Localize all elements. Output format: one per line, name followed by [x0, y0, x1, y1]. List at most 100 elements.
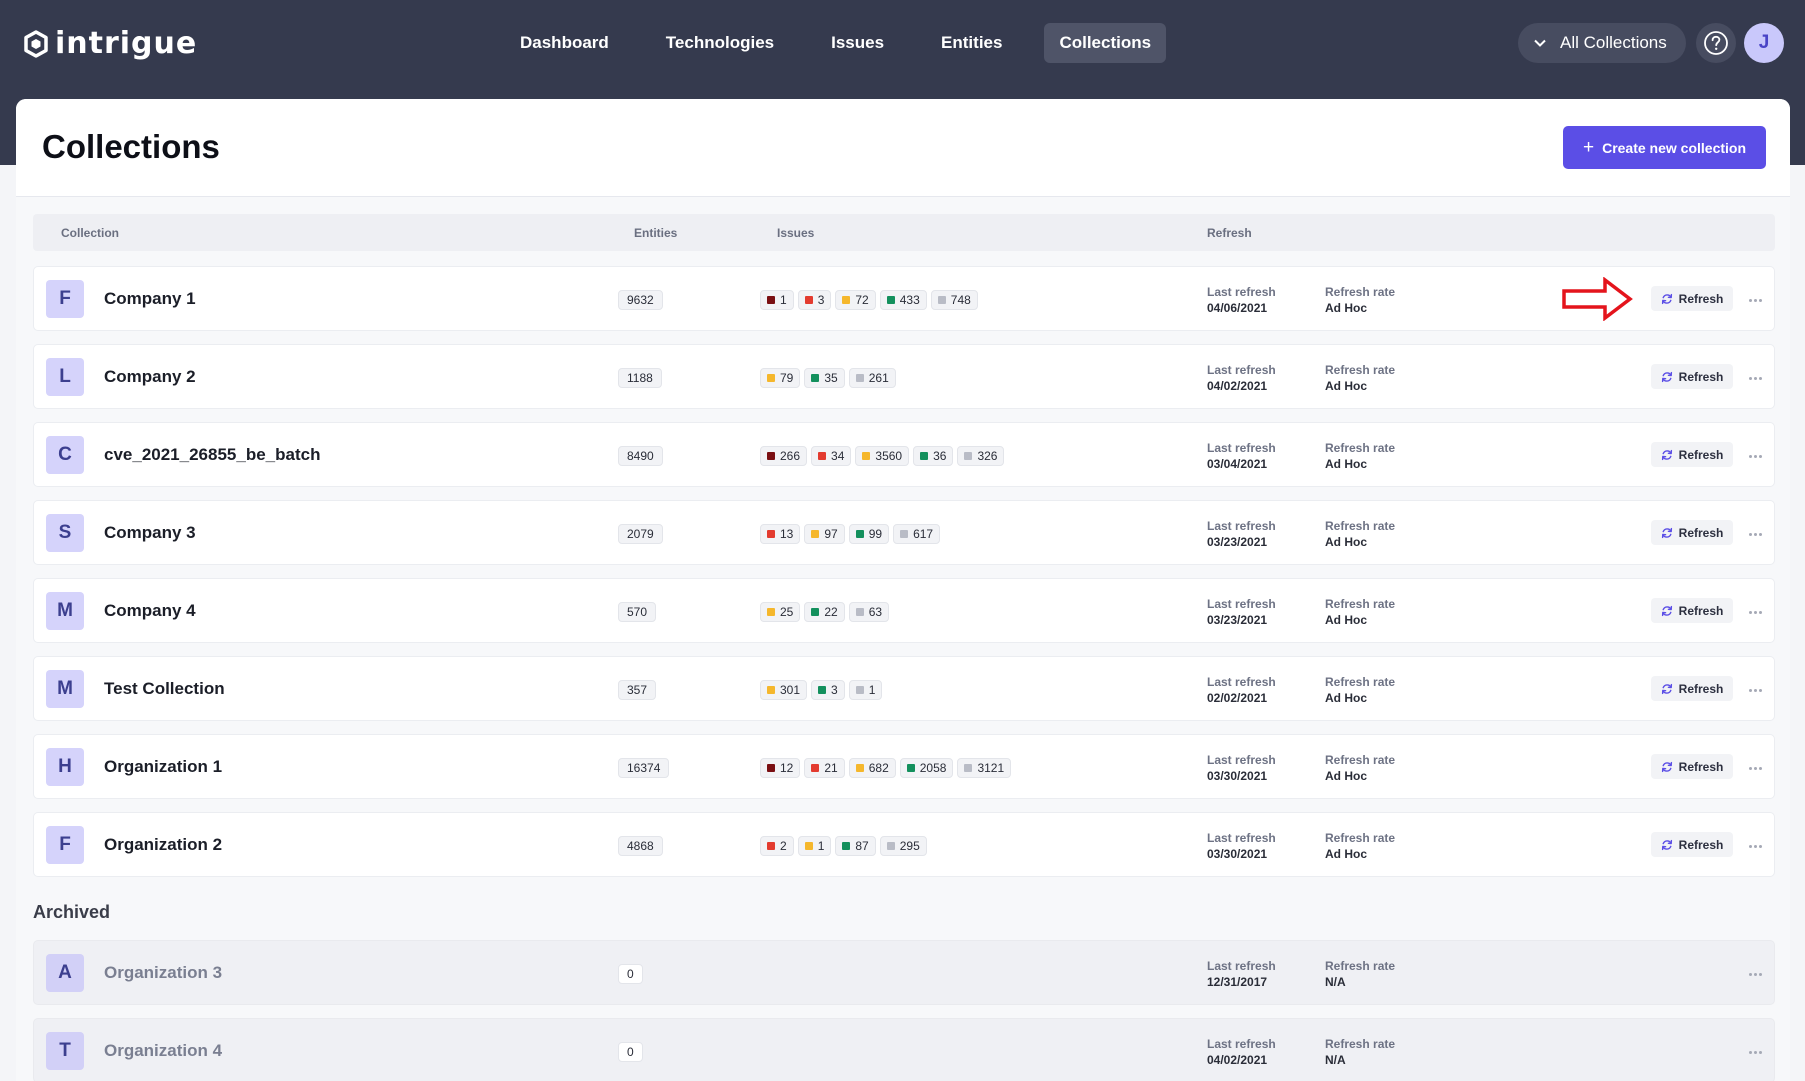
issue-count: 34: [831, 449, 845, 463]
refresh-rate: Refresh rate N/A: [1325, 1036, 1395, 1068]
issue-pill-low[interactable]: 3: [811, 680, 845, 700]
column-header-refresh[interactable]: Refresh: [1207, 226, 1252, 240]
issue-pill-medium[interactable]: 3560: [855, 446, 910, 466]
more-options-button[interactable]: [1741, 444, 1769, 464]
issue-pill-medium[interactable]: 97: [804, 524, 845, 544]
issue-pill-low[interactable]: 2058: [899, 758, 954, 778]
more-options-button[interactable]: [1741, 962, 1769, 982]
collection-row[interactable]: S Company 3 2079 13 97 99 617 Last refresh 03/23…: [33, 500, 1775, 565]
issue-pill-high[interactable]: 3: [797, 290, 832, 310]
collection-row[interactable]: H Organization 1 16374 12 21 682 2058 3121 Last …: [33, 734, 1775, 799]
collection-row[interactable]: A Organization 3 0 Last refresh 12/31/2017 Re…: [33, 940, 1775, 1005]
collection-name[interactable]: Test Collection: [104, 679, 225, 699]
more-options-button[interactable]: [1741, 678, 1769, 698]
issue-pill-info[interactable]: 326: [957, 446, 1005, 466]
collection-row[interactable]: F Organization 2 4868 2 1 87 295 Last refresh 03…: [33, 812, 1775, 877]
issue-counts: 2 1 87 295: [760, 836, 927, 856]
refresh-button[interactable]: Refresh: [1651, 520, 1733, 545]
issue-pill-high[interactable]: 13: [760, 524, 801, 544]
issue-pill-high[interactable]: 34: [811, 446, 852, 466]
issue-pill-low[interactable]: 22: [804, 602, 845, 622]
collection-row[interactable]: L Company 2 1188 79 35 261 Last refresh 04/02/2…: [33, 344, 1775, 409]
collection-name[interactable]: Company 3: [104, 523, 196, 543]
issue-pill-critical[interactable]: 266: [760, 446, 808, 466]
last-refresh: Last refresh 12/31/2017: [1207, 958, 1276, 990]
refresh-rate-label: Refresh rate: [1325, 959, 1396, 973]
nav-tab-entities[interactable]: Entities: [926, 23, 1017, 63]
issue-pill-medium[interactable]: 25: [760, 602, 801, 622]
create-collection-button[interactable]: + Create new collection: [1563, 126, 1766, 169]
collection-avatar: M: [46, 670, 84, 708]
more-options-button[interactable]: [1741, 1040, 1769, 1060]
collection-name[interactable]: Organization 2: [104, 835, 222, 855]
refresh-rate: Refresh rate Ad Hoc: [1325, 596, 1395, 628]
refresh-button[interactable]: Refresh: [1651, 676, 1733, 701]
refresh-button[interactable]: Refresh: [1651, 442, 1733, 467]
issue-pill-low[interactable]: 87: [835, 836, 876, 856]
refresh-button[interactable]: Refresh: [1651, 286, 1733, 311]
collection-row[interactable]: T Organization 4 0 Last refresh 04/02/2021 Re…: [33, 1018, 1775, 1081]
issue-pill-low[interactable]: 433: [879, 290, 927, 310]
collection-name[interactable]: Organization 3: [104, 963, 222, 983]
nav-tab-dashboard[interactable]: Dashboard: [505, 23, 624, 63]
nav-tab-issues[interactable]: Issues: [816, 23, 899, 63]
issue-pill-info[interactable]: 295: [879, 836, 927, 856]
issue-pill-high[interactable]: 2: [760, 836, 794, 856]
user-avatar[interactable]: J: [1744, 23, 1784, 63]
more-options-button[interactable]: [1741, 288, 1769, 308]
issue-pill-info[interactable]: 617: [893, 524, 941, 544]
refresh-button[interactable]: Refresh: [1651, 832, 1733, 857]
issue-pill-critical[interactable]: 1: [760, 290, 794, 310]
collection-name[interactable]: cve_2021_26855_be_batch: [104, 445, 320, 465]
refresh-rate: Refresh rate Ad Hoc: [1325, 284, 1395, 316]
more-options-button[interactable]: [1741, 366, 1769, 386]
refresh-button[interactable]: Refresh: [1651, 754, 1733, 779]
collection-row[interactable]: M Company 4 570 25 22 63 Last refresh 03/23/202…: [33, 578, 1775, 643]
issue-pill-critical[interactable]: 12: [760, 758, 801, 778]
collection-name[interactable]: Organization 1: [104, 757, 222, 777]
issue-pill-medium[interactable]: 301: [760, 680, 808, 700]
more-options-button[interactable]: [1741, 600, 1769, 620]
more-options-button[interactable]: [1741, 756, 1769, 776]
column-header-collection[interactable]: Collection: [61, 226, 119, 240]
refresh-button-label: Refresh: [1678, 837, 1724, 852]
issue-pill-info[interactable]: 748: [930, 290, 978, 310]
issue-count: 21: [824, 761, 838, 775]
refresh-rate-value: Ad Hoc: [1325, 769, 1367, 783]
issue-pill-info[interactable]: 261: [848, 368, 896, 388]
collection-row[interactable]: F Company 1 9632 1 3 72 433 748 Last refresh 04/0…: [33, 266, 1775, 331]
more-options-button[interactable]: [1741, 834, 1769, 854]
collection-name[interactable]: Organization 4: [104, 1041, 222, 1061]
collection-row[interactable]: Ccve_2021_26855_be_batch 8490 266 34 3560 36 3…: [33, 422, 1775, 487]
collection-avatar: L: [46, 358, 84, 396]
issue-pill-info[interactable]: 1: [848, 680, 883, 700]
collection-name[interactable]: Company 2: [104, 367, 196, 387]
severity-dot-icon: [964, 764, 973, 772]
refresh-button[interactable]: Refresh: [1651, 364, 1733, 389]
column-header-entities[interactable]: Entities: [634, 226, 677, 240]
help-button[interactable]: [1696, 23, 1736, 63]
issue-pill-low[interactable]: 99: [848, 524, 890, 544]
issue-pill-info[interactable]: 3121: [957, 758, 1012, 778]
last-refresh: Last refresh 03/30/2021: [1207, 752, 1276, 784]
collection-row[interactable]: M Test Collection 357 301 3 1 Last refresh 02/0…: [33, 656, 1775, 721]
refresh-button[interactable]: Refresh: [1651, 598, 1733, 623]
nav-tab-collections[interactable]: Collections: [1044, 23, 1167, 63]
more-options-button[interactable]: [1741, 522, 1769, 542]
collection-name[interactable]: Company 1: [104, 289, 196, 309]
issue-pill-info[interactable]: 63: [848, 602, 890, 622]
collection-name[interactable]: Company 4: [104, 601, 196, 621]
nav-tab-technologies[interactable]: Technologies: [651, 23, 789, 63]
severity-dot-icon: [811, 374, 820, 382]
issue-pill-medium[interactable]: 682: [848, 758, 896, 778]
last-refresh-date: 03/23/2021: [1207, 535, 1268, 549]
issue-pill-high[interactable]: 21: [804, 758, 845, 778]
issue-pill-low[interactable]: 36: [913, 446, 954, 466]
app-logo[interactable]: intrigue: [23, 26, 197, 61]
collection-scope-select[interactable]: All Collections: [1518, 23, 1686, 63]
issue-pill-medium[interactable]: 72: [835, 290, 876, 310]
issue-pill-medium[interactable]: 1: [797, 836, 832, 856]
issue-pill-low[interactable]: 35: [804, 368, 845, 388]
issue-pill-medium[interactable]: 79: [760, 368, 801, 388]
column-header-issues[interactable]: Issues: [777, 226, 814, 240]
